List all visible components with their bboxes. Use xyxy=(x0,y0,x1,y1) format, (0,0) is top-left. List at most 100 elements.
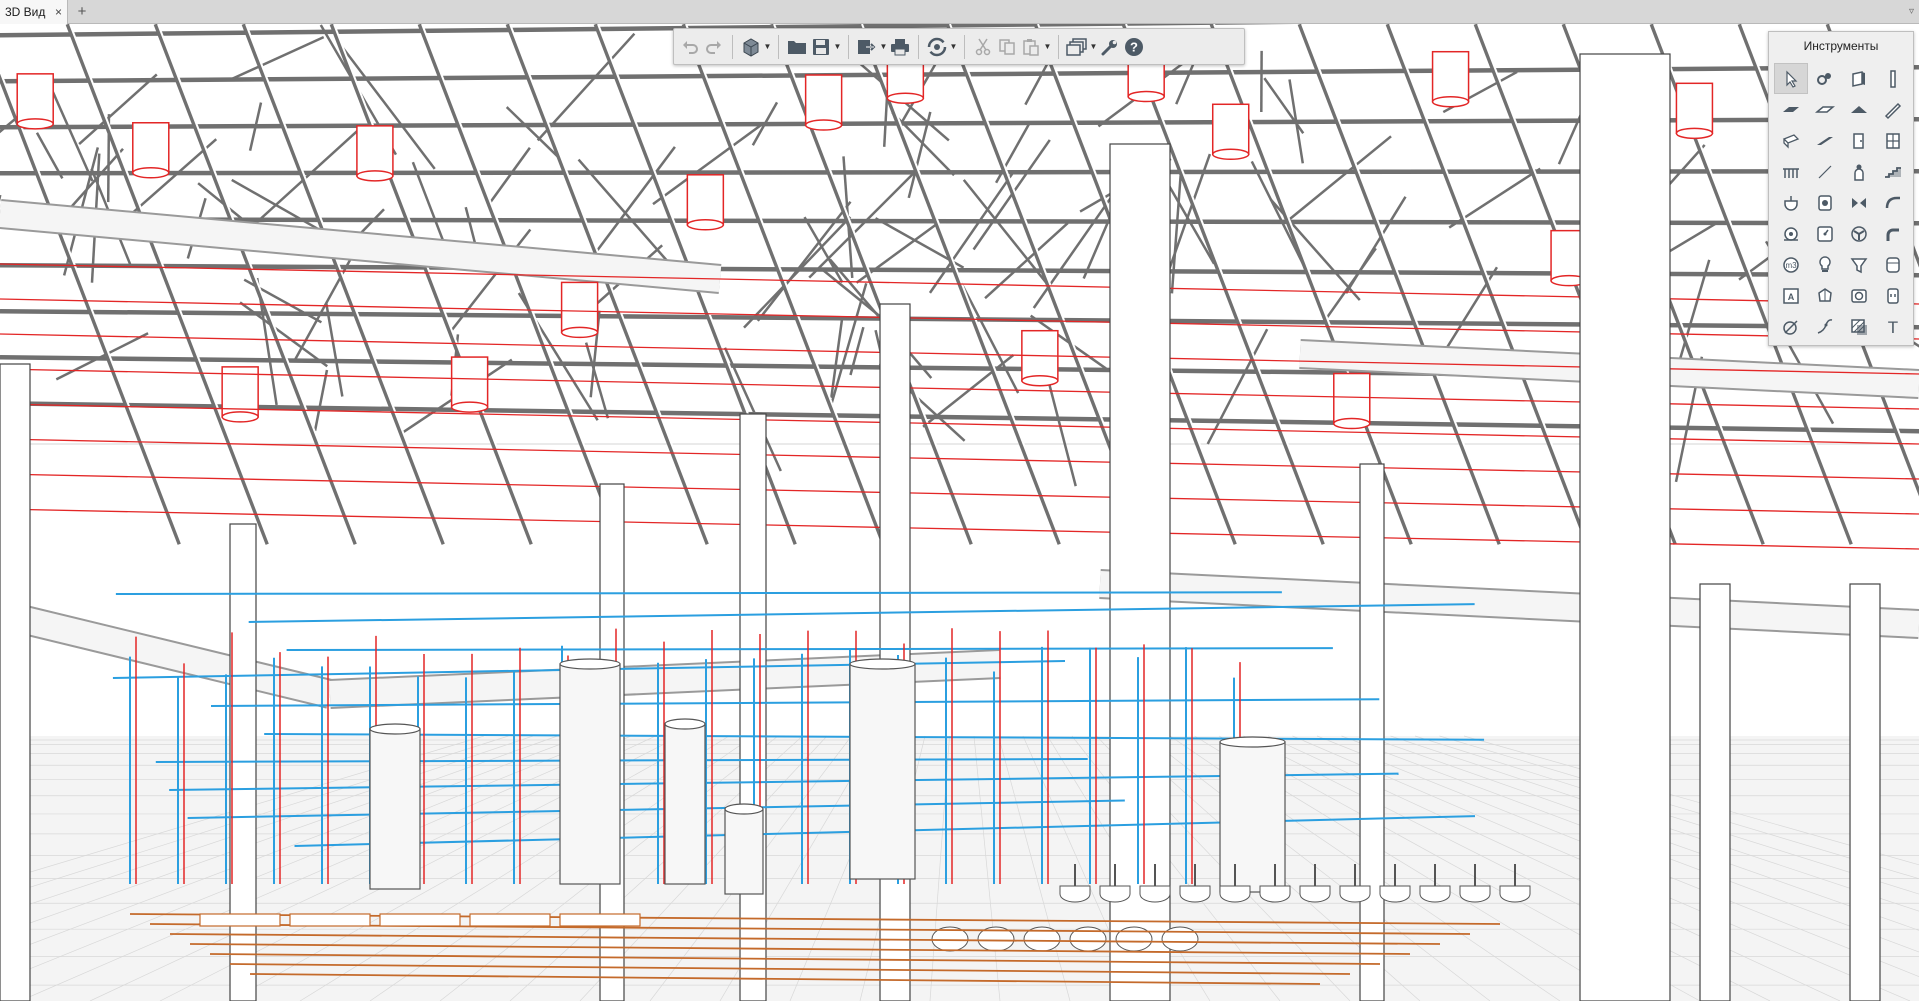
undo-icon xyxy=(683,40,698,54)
dimension-icon xyxy=(1783,319,1798,335)
railing-icon xyxy=(1783,167,1799,178)
sprinkler-head xyxy=(804,119,843,131)
gauge-tool-button[interactable] xyxy=(1808,218,1842,249)
hose-tool-button[interactable] xyxy=(1876,187,1910,218)
duct-tool-button[interactable] xyxy=(1774,125,1808,156)
hatch-tool-button[interactable] xyxy=(1842,311,1876,342)
level-tool-button[interactable] xyxy=(1808,311,1842,342)
windows-button[interactable] xyxy=(1065,34,1089,60)
settings-button[interactable] xyxy=(1098,34,1122,60)
filter-tool-button[interactable] xyxy=(1842,249,1876,280)
door-tool-button[interactable] xyxy=(1842,125,1876,156)
wall-icon xyxy=(1852,70,1865,87)
railing-tool-button[interactable] xyxy=(1774,156,1808,187)
slab-icon xyxy=(1783,106,1799,112)
text-icon: T xyxy=(1888,318,1898,337)
sink-tool-button[interactable] xyxy=(1774,187,1808,218)
tank-top xyxy=(369,723,421,735)
chevron-down-icon[interactable]: ▼ xyxy=(1043,34,1052,60)
truss-diagonal xyxy=(62,148,124,217)
wall-tool-button[interactable] xyxy=(1842,63,1876,94)
panel-icon: A xyxy=(1783,287,1799,304)
svg-text:T: T xyxy=(1888,318,1898,337)
sync-button[interactable] xyxy=(925,34,949,60)
sprinkler-tool-button[interactable] xyxy=(1808,280,1842,311)
water-pipe xyxy=(286,647,1333,651)
undo-button[interactable] xyxy=(678,34,702,60)
paste-icon xyxy=(1023,38,1039,56)
fixture-bench xyxy=(559,913,641,927)
sprinkler-head xyxy=(686,219,725,231)
pipe-fitting-tool-button[interactable] xyxy=(1808,63,1842,94)
fire-pipe-drop xyxy=(686,174,725,226)
pump-tool-button[interactable] xyxy=(1774,218,1808,249)
washbasin xyxy=(1259,885,1291,903)
tank-tool-button[interactable] xyxy=(1876,249,1910,280)
sprinkler-head xyxy=(221,411,259,423)
fan-tool-button[interactable] xyxy=(1842,218,1876,249)
sprinkler-head xyxy=(450,401,489,413)
valve-tool-button[interactable] xyxy=(1842,187,1876,218)
camera-tool-button[interactable] xyxy=(1842,280,1876,311)
boiler-tool-button[interactable] xyxy=(1808,187,1842,218)
paste-button[interactable] xyxy=(1019,34,1043,60)
3d-viewport[interactable] xyxy=(0,24,1919,1001)
person-tool-button[interactable] xyxy=(1842,156,1876,187)
chevron-down-icon[interactable]: ▼ xyxy=(833,34,842,60)
chevron-down-icon[interactable]: ▼ xyxy=(949,34,958,60)
building-column xyxy=(0,363,31,1001)
chevron-down-icon[interactable]: ▼ xyxy=(763,34,772,60)
text-tool-button[interactable]: T xyxy=(1876,311,1910,342)
washbasin xyxy=(1459,885,1491,903)
palette-title: Инструменты xyxy=(1803,39,1879,53)
fire-pipe-drop xyxy=(132,122,170,174)
redo-button[interactable] xyxy=(702,34,726,60)
tools-palette: Инструменты m3 A T xyxy=(1768,31,1914,346)
washbasin xyxy=(1419,885,1451,903)
tab-menu-icon[interactable]: ▿ xyxy=(1909,0,1914,24)
print-button[interactable] xyxy=(888,34,912,60)
socket-tool-button[interactable] xyxy=(1876,280,1910,311)
svg-text:m3: m3 xyxy=(1785,261,1797,270)
beam-tool-button[interactable] xyxy=(1876,94,1910,125)
tab-3d-view[interactable]: 3D Вид × xyxy=(0,0,68,24)
floor-tool-button[interactable] xyxy=(1808,94,1842,125)
sprinkler-head xyxy=(16,118,54,130)
tools-grid: m3 A T xyxy=(1774,63,1910,342)
washbasin xyxy=(1499,885,1531,903)
copy-button[interactable] xyxy=(995,34,1019,60)
door-icon xyxy=(1853,132,1864,149)
roof-girder-highlight xyxy=(333,24,535,545)
export-button[interactable] xyxy=(855,34,879,60)
lamp-tool-button[interactable] xyxy=(1808,249,1842,280)
sync-icon xyxy=(927,37,947,56)
save-button[interactable] xyxy=(809,34,833,60)
help-button[interactable]: ? xyxy=(1122,34,1146,60)
column-icon xyxy=(1890,69,1896,88)
sprinkler-icon xyxy=(1818,287,1832,302)
open-button[interactable] xyxy=(785,34,809,60)
chevron-down-icon[interactable]: ▼ xyxy=(879,34,888,60)
meter-tool-button[interactable]: m3 xyxy=(1774,249,1808,280)
close-tab-icon[interactable]: × xyxy=(55,0,62,24)
roof-girder-highlight xyxy=(245,24,447,545)
hose-icon xyxy=(1885,196,1900,208)
elbow-tool-button[interactable] xyxy=(1876,218,1910,249)
fire-pipe-drop xyxy=(1675,82,1714,135)
column-tool-button[interactable] xyxy=(1876,63,1910,94)
line-tool-button[interactable] xyxy=(1808,156,1842,187)
views-button[interactable] xyxy=(739,34,763,60)
roof-girder xyxy=(65,24,271,545)
cut-button[interactable] xyxy=(971,34,995,60)
roof-tool-button[interactable] xyxy=(1842,94,1876,125)
dimension-tool-button[interactable] xyxy=(1774,311,1808,342)
chevron-down-icon[interactable]: ▼ xyxy=(1089,34,1098,60)
stair-tool-button[interactable] xyxy=(1876,156,1910,187)
panel-tool-button[interactable]: A xyxy=(1774,280,1808,311)
cursor-tool-button[interactable] xyxy=(1774,63,1808,94)
window-tool-button[interactable] xyxy=(1876,125,1910,156)
slab-tool-button[interactable] xyxy=(1774,94,1808,125)
ramp-tool-button[interactable] xyxy=(1808,125,1842,156)
new-tab-button[interactable]: + xyxy=(73,0,91,24)
washbasin xyxy=(1139,885,1171,903)
